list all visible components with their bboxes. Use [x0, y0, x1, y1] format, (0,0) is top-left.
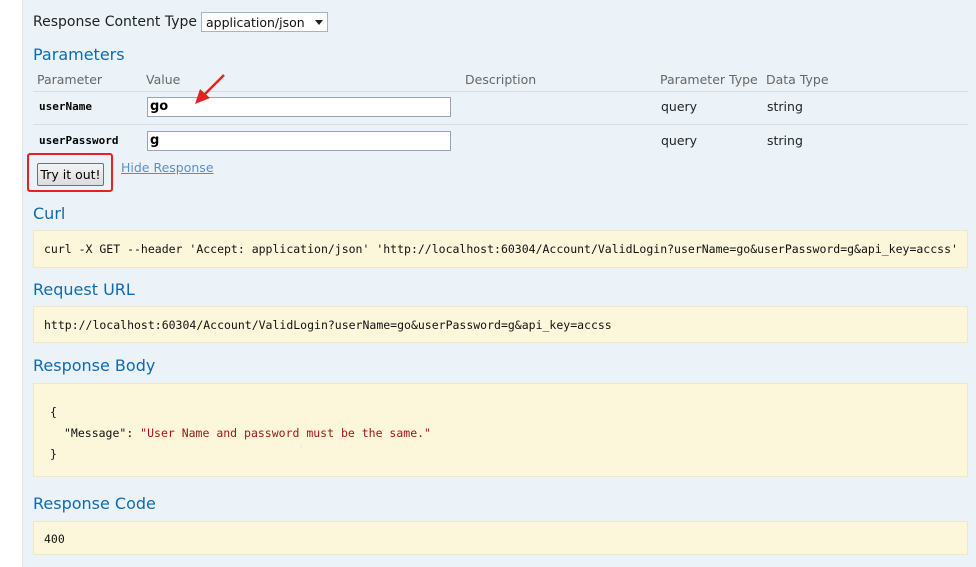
- json-line: "Message": "User Name and password must …: [64, 426, 431, 440]
- json-close-brace: }: [50, 447, 57, 461]
- json-key: "Message": [64, 426, 127, 440]
- response-code-value: 400: [44, 532, 65, 546]
- json-open-brace: {: [50, 405, 57, 419]
- request-url-value: http://localhost:60304/Account/ValidLogi…: [44, 318, 612, 332]
- request-url-block: http://localhost:60304/Account/ValidLogi…: [33, 306, 968, 343]
- curl-block: curl -X GET --header 'Accept: applicatio…: [33, 230, 968, 268]
- response-code-block: 400: [33, 521, 968, 555]
- red-arrow-icon: [195, 74, 225, 104]
- json-colon: :: [126, 426, 141, 440]
- response-body-title: Response Body: [33, 356, 156, 375]
- curl-command: curl -X GET --header 'Accept: applicatio…: [44, 242, 958, 256]
- curl-title: Curl: [33, 204, 66, 223]
- response-body-block: { "Message": "User Name and password mus…: [33, 383, 968, 477]
- response-code-title: Response Code: [33, 494, 156, 513]
- request-url-title: Request URL: [33, 280, 135, 299]
- json-string-value: "User Name and password must be the same…: [140, 426, 431, 440]
